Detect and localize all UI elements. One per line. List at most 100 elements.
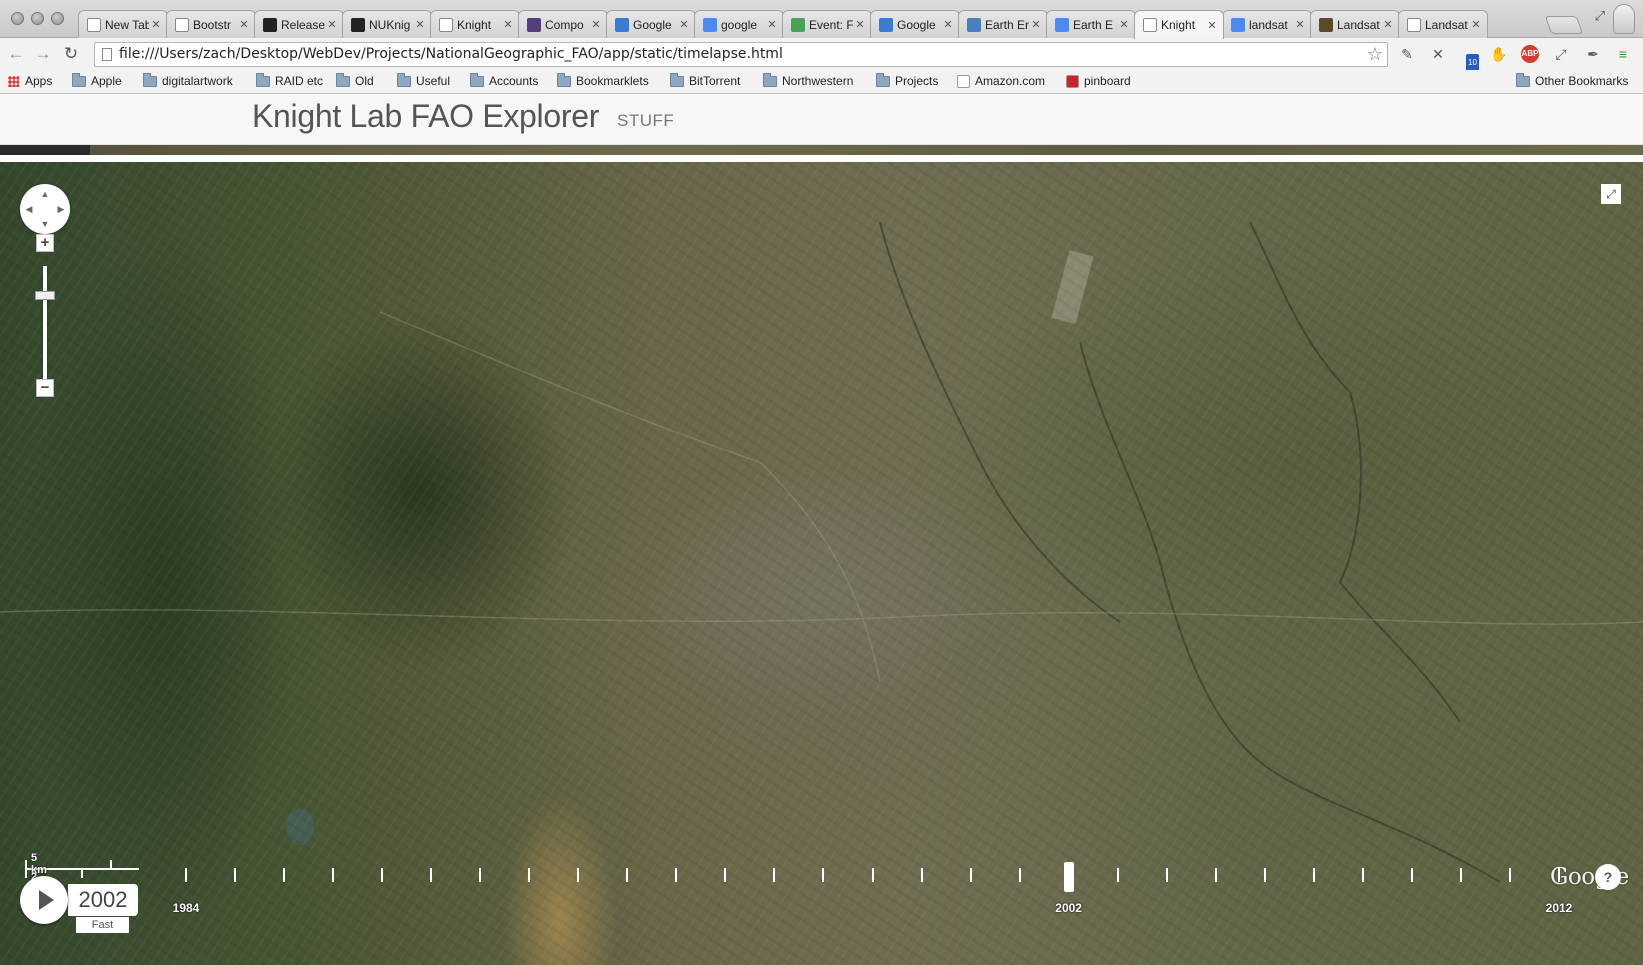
bookmark-item[interactable]: Bookmarklets (557, 72, 649, 88)
timeline-handle[interactable] (1063, 862, 1074, 892)
timeline-tick[interactable] (675, 868, 678, 882)
bookmark-item[interactable]: Accounts (470, 72, 538, 88)
zoom-slider-thumb[interactable] (35, 291, 55, 300)
bookmark-item[interactable]: Apple (72, 72, 122, 88)
address-bar[interactable]: file:///Users/zach/Desktop/WebDev/Projec… (94, 42, 1388, 67)
timeline-tick[interactable] (234, 868, 237, 882)
timeline-tick[interactable] (1165, 868, 1168, 882)
timeline-tick[interactable] (528, 868, 531, 882)
pin-extension-icon[interactable]: ✕ (1429, 45, 1447, 63)
tab-close-icon[interactable]: ✕ (589, 18, 603, 31)
browser-tab[interactable]: New Tab ✕ (78, 10, 168, 38)
bookmark-item[interactable]: Amazon.com (957, 74, 1045, 88)
tab-close-icon[interactable]: ✕ (149, 18, 163, 31)
timeline-tick[interactable] (381, 868, 384, 882)
fullscreen-icon[interactable]: ⤢ (1601, 184, 1621, 204)
timeline-tick[interactable] (1410, 868, 1413, 882)
timeline-tick[interactable] (1263, 868, 1266, 882)
timeline-tick[interactable] (871, 868, 874, 882)
timeline-tick[interactable] (773, 868, 776, 882)
pan-control[interactable]: ▲ ▼ ◀ ▶ (20, 184, 70, 234)
tab-close-icon[interactable]: ✕ (1117, 18, 1131, 31)
tab-close-icon[interactable]: ✕ (325, 18, 339, 31)
tab-close-icon[interactable]: ✕ (237, 18, 251, 31)
timeline-tick[interactable] (1508, 868, 1511, 882)
browser-tab[interactable]: Landsat ✕ (1398, 10, 1488, 38)
help-button[interactable]: ? (1595, 864, 1621, 890)
browser-tab[interactable]: Knight ✕ (1134, 10, 1224, 39)
timeline-tick[interactable] (430, 868, 433, 882)
timeline-tick[interactable] (1361, 868, 1364, 882)
new-tab-button[interactable] (1544, 16, 1584, 34)
tab-close-icon[interactable]: ✕ (1293, 18, 1307, 31)
browser-tab[interactable]: landsat ✕ (1222, 10, 1312, 38)
speed-toggle-button[interactable]: Fast (76, 917, 129, 933)
timeline-tick[interactable] (185, 868, 187, 882)
timeline-tick[interactable] (626, 868, 629, 882)
browser-tab[interactable]: Google ✕ (606, 10, 696, 38)
window-zoom-button[interactable] (51, 12, 64, 25)
bookmark-item[interactable]: Northwestern (763, 72, 853, 88)
tab-close-icon[interactable]: ✕ (765, 18, 779, 31)
bookmark-item[interactable]: Apps (8, 74, 52, 88)
tab-close-icon[interactable]: ✕ (501, 18, 515, 31)
forward-arrow-icon[interactable]: → (33, 44, 53, 64)
timelapse-map[interactable]: ▲ ▼ ◀ ▶ + − ⤢ 5 km 2 mi Google 2002 Fast… (0, 162, 1643, 965)
other-bookmarks[interactable]: Other Bookmarks (1516, 72, 1628, 88)
bookmark-item[interactable]: Useful (397, 72, 450, 88)
timeline-tick[interactable] (1116, 868, 1119, 882)
window-minimize-button[interactable] (31, 12, 44, 25)
restore-window-icon[interactable]: ⤢ (1595, 8, 1605, 24)
eyedropper-extension-icon[interactable]: ✒ (1584, 45, 1602, 63)
timeline-slider[interactable]: 1984 2002 2012 (0, 162, 1643, 965)
pan-left-icon[interactable]: ◀ (24, 204, 34, 214)
tab-close-icon[interactable]: ✕ (853, 18, 867, 31)
timeline-tick[interactable] (332, 868, 335, 882)
window-close-button[interactable] (11, 12, 24, 25)
bookmark-item[interactable]: digitalartwork (143, 72, 233, 88)
pan-down-icon[interactable]: ▼ (40, 219, 50, 229)
timeline-tick[interactable] (1312, 868, 1315, 882)
tab-close-icon[interactable]: ✕ (941, 18, 955, 31)
resize-extension-icon[interactable]: ⤢ (1552, 45, 1570, 63)
user-profile-icon[interactable] (1613, 4, 1635, 34)
page-subtitle[interactable]: STUFF (617, 111, 674, 131)
bookmark-star-icon[interactable]: ☆ (1367, 43, 1383, 66)
timeline-tick[interactable] (283, 868, 286, 882)
timeline-tick[interactable] (1214, 868, 1217, 882)
bookmark-item[interactable]: pinboard (1066, 74, 1131, 88)
timeline-tick[interactable] (969, 868, 972, 882)
tab-close-icon[interactable]: ✕ (1205, 19, 1219, 32)
timeline-tick[interactable] (920, 868, 923, 882)
browser-tab[interactable]: Compo ✕ (518, 10, 608, 38)
timeline-tick[interactable] (479, 868, 482, 882)
back-arrow-icon[interactable]: ← (6, 44, 26, 64)
timeline-tick[interactable] (724, 868, 727, 882)
zoom-in-button[interactable]: + (36, 234, 54, 252)
browser-tab[interactable]: Landsat ✕ (1310, 10, 1400, 38)
browser-tab[interactable]: Google ✕ (870, 10, 960, 38)
timeline-tick[interactable] (577, 868, 580, 882)
bookmark-item[interactable]: Old (336, 72, 374, 88)
zoom-slider-track[interactable] (43, 266, 47, 394)
tab-close-icon[interactable]: ✕ (1381, 18, 1395, 31)
tab-close-icon[interactable]: ✕ (1029, 18, 1043, 31)
browser-tab[interactable]: Bootstr ✕ (166, 10, 256, 38)
timeline-tick[interactable] (1459, 868, 1462, 882)
adblock-icon[interactable]: ABP (1521, 45, 1539, 63)
zoom-out-button[interactable]: − (36, 379, 54, 397)
timeline-tick[interactable] (822, 868, 825, 882)
bookmark-item[interactable]: BitTorrent (670, 72, 740, 88)
pan-up-icon[interactable]: ▲ (40, 189, 50, 199)
evernote-extension-icon[interactable]: ✋ (1490, 45, 1508, 63)
bookmark-item[interactable]: Projects (876, 72, 938, 88)
browser-tab[interactable]: Knight ✕ (430, 10, 520, 38)
browser-tab[interactable]: Release ✕ (254, 10, 344, 38)
play-button[interactable] (20, 876, 68, 924)
tab-close-icon[interactable]: ✕ (413, 18, 427, 31)
browser-tab[interactable]: NUKnig ✕ (342, 10, 432, 38)
bookmark-item[interactable]: RAID etc (256, 72, 323, 88)
tab-close-icon[interactable]: ✕ (1469, 18, 1483, 31)
browser-tab[interactable]: google ✕ (694, 10, 784, 38)
tab-close-icon[interactable]: ✕ (677, 18, 691, 31)
